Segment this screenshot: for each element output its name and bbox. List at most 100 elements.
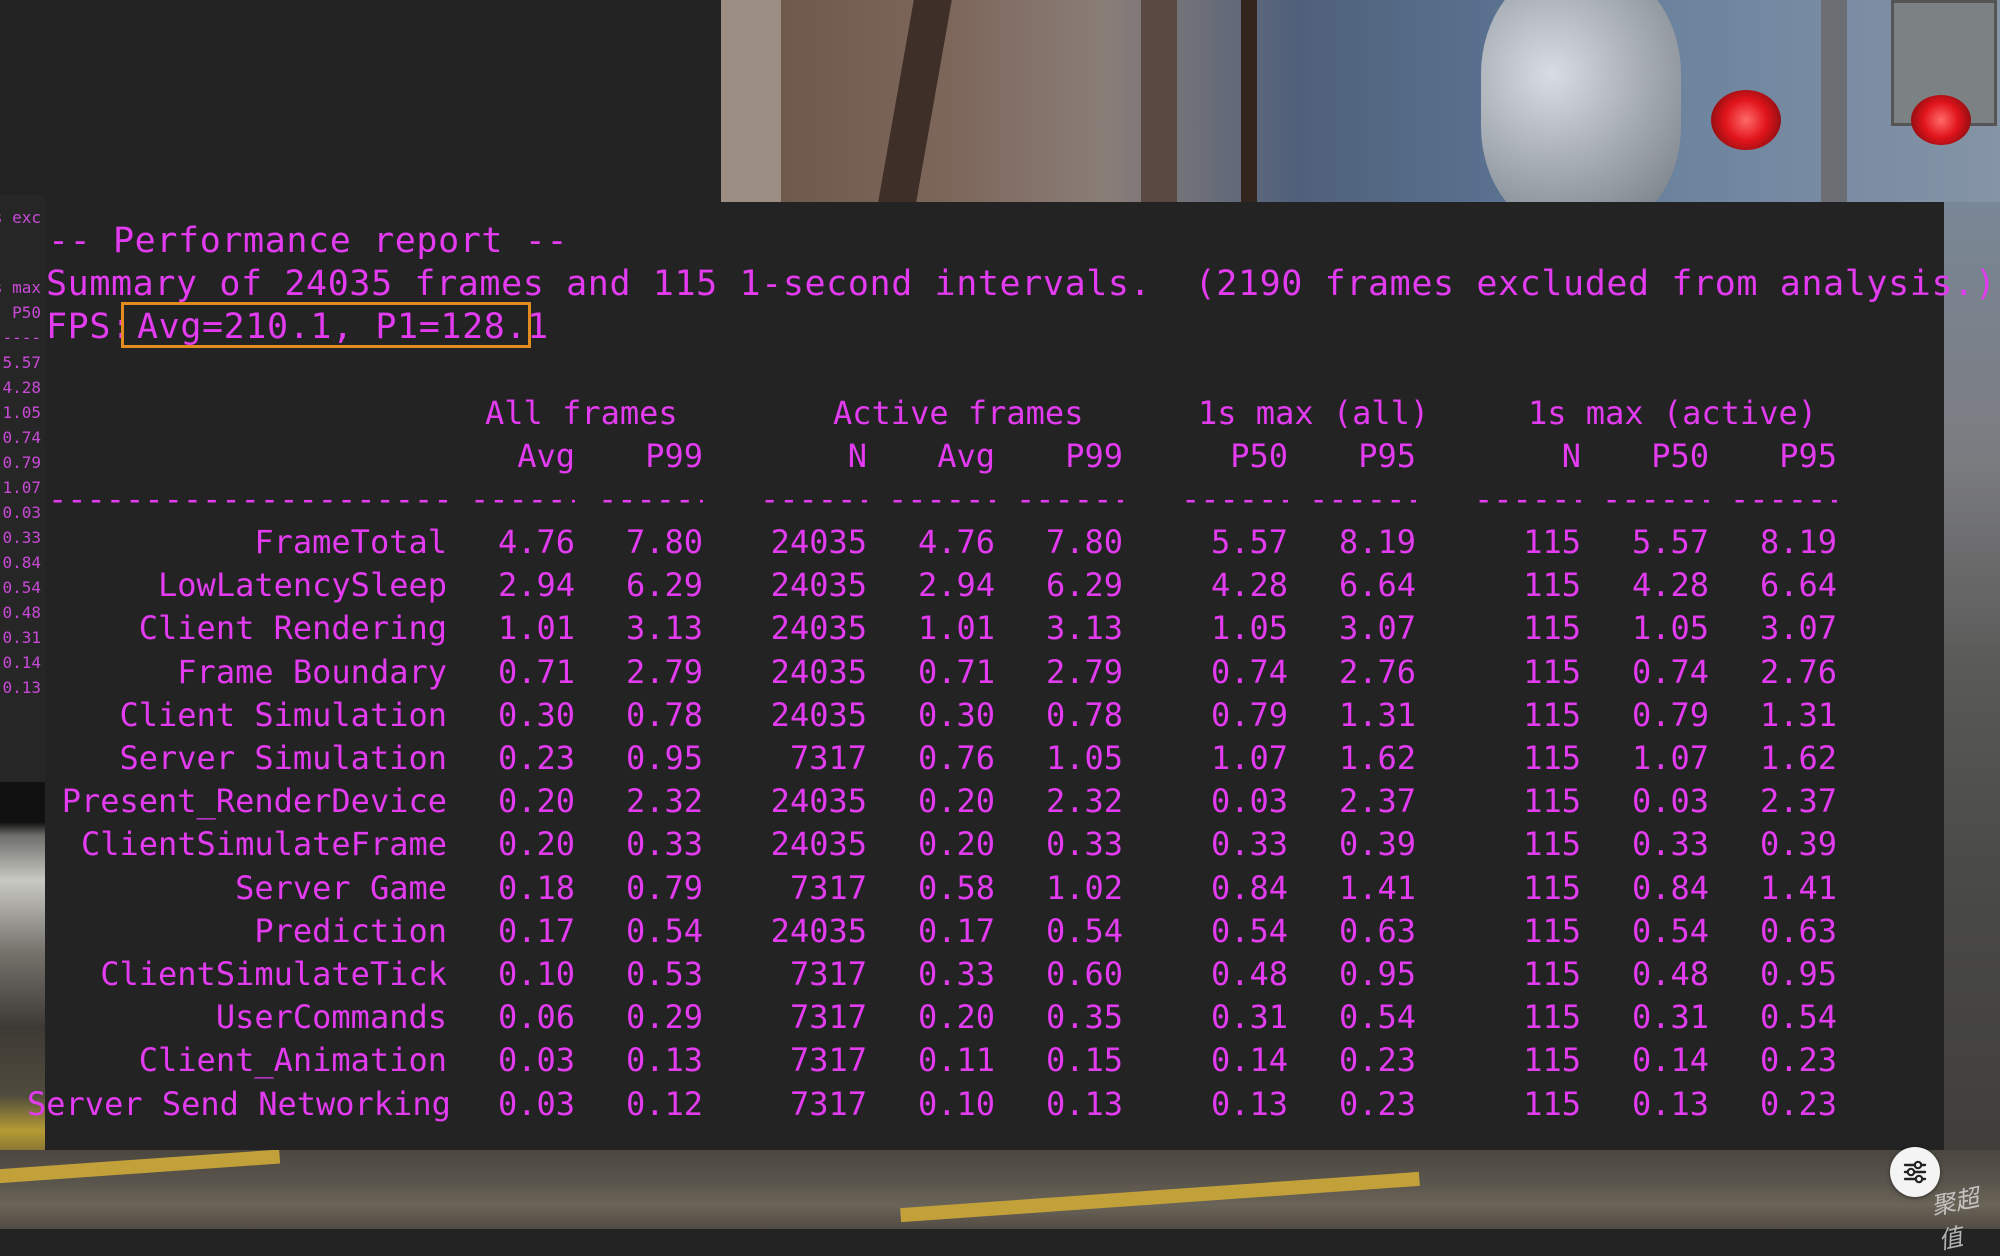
table-cell: 0.76	[917, 739, 995, 777]
row-label: LowLatencySleep	[158, 566, 447, 605]
row-label: Prediction	[254, 911, 447, 950]
table-cell: 0.23	[1759, 1041, 1837, 1080]
table-cell: 0.63	[1338, 911, 1416, 950]
table-cell: 115	[1523, 609, 1581, 648]
table-cell: 2.79	[625, 652, 703, 691]
table-cell: 0.53	[625, 955, 703, 993]
table-cell: 24035	[770, 695, 867, 734]
table-cell: 115	[1523, 911, 1581, 950]
left-console-value: 0.74	[2, 428, 41, 447]
table-cell: 0.20	[917, 782, 995, 821]
table-cell: 0.54	[625, 911, 703, 950]
row-label: Client Rendering	[138, 609, 447, 648]
table-cell: 0.13	[1210, 1084, 1288, 1123]
table-cell: 0.20	[917, 825, 995, 864]
table-cell: 0.13	[625, 1041, 703, 1080]
table-cell: 0.17	[917, 911, 995, 950]
separator-line: ----------------------------------------	[1181, 480, 1288, 518]
table-cell: 0.13	[1045, 1084, 1123, 1123]
table-cell: 115	[1523, 566, 1581, 605]
table-cell: 115	[1523, 955, 1581, 993]
table-cell: 24035	[770, 825, 867, 864]
left-console-value: 0.79	[2, 453, 41, 472]
separator-line: ----------------------------------------	[1016, 480, 1123, 518]
table-cell: 3.13	[1045, 609, 1123, 648]
table-cell: 0.17	[497, 911, 575, 950]
table-cell: 0.39	[1759, 825, 1837, 864]
table-cell: 2.94	[497, 566, 575, 605]
table-cell: 115	[1523, 1084, 1581, 1123]
table-cell: 0.23	[1759, 1084, 1837, 1123]
row-label: Client_Animation	[138, 1041, 447, 1080]
table-cell: 0.54	[1045, 911, 1123, 950]
left-console-value: 4.28	[2, 378, 41, 397]
table-cell: 0.11	[917, 1041, 995, 1080]
scene-beam	[1141, 0, 1177, 202]
separator-line: ----------------------------------------	[1602, 480, 1709, 518]
table-cell: 0.78	[625, 695, 703, 734]
scene-tank	[1481, 0, 1681, 202]
table-cell: 0.18	[497, 868, 575, 907]
column-group-header: Active frames	[833, 394, 1084, 432]
table-cell: 0.95	[625, 739, 703, 777]
row-label: Server Game	[235, 868, 447, 907]
row-label: ClientSimulateFrame	[80, 825, 447, 864]
column-header: P99	[645, 437, 703, 475]
row-label: Frame Boundary	[177, 652, 447, 691]
column-group-header: All frames	[485, 394, 678, 432]
table-cell: 2.32	[1045, 782, 1123, 821]
table-cell: 24035	[770, 609, 867, 648]
table-cell: 0.48	[1210, 955, 1288, 993]
separator-line: ----------------------------------------	[1730, 480, 1837, 518]
table-cell: 24035	[770, 911, 867, 950]
table-cell: 2.37	[1759, 782, 1837, 821]
table-cell: 0.95	[1759, 955, 1837, 993]
fps-value: Avg=210.1, P1=128.1	[137, 307, 549, 347]
column-header: P99	[1065, 437, 1123, 475]
table-cell: 6.64	[1759, 566, 1837, 605]
table-cell: 115	[1523, 652, 1581, 691]
table-cell: 0.03	[497, 1041, 575, 1080]
table-cell: 0.54	[1210, 911, 1288, 950]
table-cell: 0.10	[497, 955, 575, 993]
table-cell: 0.03	[1631, 782, 1709, 821]
table-cell: 1.31	[1759, 695, 1837, 734]
table-cell: 0.33	[625, 825, 703, 864]
separator-line: ----------------------------------------	[598, 480, 703, 518]
table-cell: 0.31	[1631, 998, 1709, 1037]
table-cell: 0.58	[917, 868, 995, 907]
table-cell: 6.29	[625, 566, 703, 605]
table-cell: 4.76	[917, 523, 995, 561]
left-console-label: s exc	[0, 208, 41, 227]
table-cell: 1.62	[1759, 739, 1837, 777]
table-cell: 115	[1523, 739, 1581, 777]
table-cell: 0.54	[1631, 911, 1709, 950]
table-cell: 3.07	[1759, 609, 1837, 648]
separator-line: ----------------------------------------	[48, 480, 447, 518]
column-header: P50	[1230, 437, 1288, 475]
table-cell: 2.79	[1045, 652, 1123, 691]
table-cell: 0.12	[625, 1084, 703, 1123]
table-cell: 7317	[789, 1084, 867, 1123]
table-cell: 7.80	[625, 523, 703, 561]
table-cell: 0.71	[917, 652, 995, 691]
fps-label: FPS:	[46, 307, 133, 347]
table-cell: 7317	[789, 739, 867, 777]
table-cell: 0.31	[1210, 998, 1288, 1037]
table-cell: 7.80	[1045, 523, 1123, 561]
table-cell: 1.31	[1338, 695, 1416, 734]
left-console-value: 5.57	[2, 353, 41, 372]
table-cell: 2.32	[625, 782, 703, 821]
column-header: Avg	[937, 437, 995, 475]
scene-beam	[721, 0, 781, 202]
scene-post	[1821, 0, 1847, 202]
table-cell: 1.05	[1210, 609, 1288, 648]
table-cell: 8.19	[1338, 523, 1416, 561]
column-header: Avg	[517, 437, 575, 475]
table-cell: 115	[1523, 868, 1581, 907]
column-header: P95	[1358, 437, 1416, 475]
table-cell: 3.07	[1338, 609, 1416, 648]
table-cell: 24035	[770, 782, 867, 821]
table-cell: 1.05	[1045, 739, 1123, 777]
left-console-label: s max	[0, 278, 41, 297]
